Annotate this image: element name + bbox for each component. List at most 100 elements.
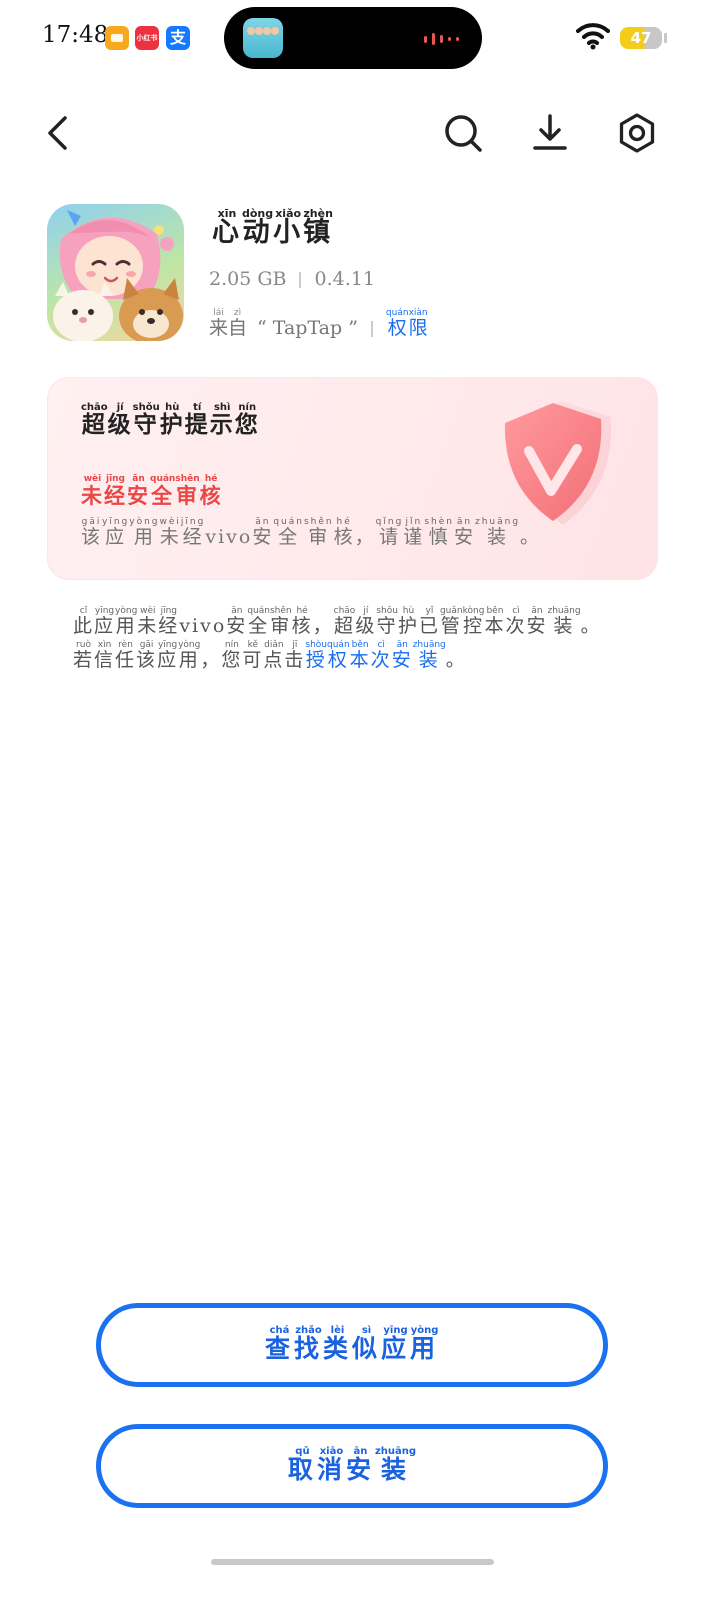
app-source: lái 来 zì 自 “ TapTap ” quán 权 xiàn 限 (209, 308, 428, 339)
button-char: xiāo 消 (316, 1446, 346, 1484)
notice-end: 。 (445, 649, 467, 671)
notice-char: chāo 超 (333, 606, 356, 637)
description-char: jǐn 谨 (403, 517, 425, 548)
notice-char: ān 安 (226, 606, 248, 637)
settings-icon[interactable] (614, 110, 660, 156)
notice-line-1: cǐ 此 yīng 应 yòng 用 wèi 未 jīng 经 vivo ān 安 quán 全 shěn 审 h… (73, 606, 673, 637)
notice-char: shǒu 守 (376, 606, 398, 637)
notice-char: nín 您 (221, 640, 243, 671)
notice-char: jīng 经 (158, 606, 180, 637)
permissions-char: xiàn 限 (408, 308, 428, 339)
notice-char: hù 护 (397, 606, 419, 637)
app-name-char: dòng 动 (242, 207, 274, 248)
description-char: shěn 审 (303, 517, 334, 548)
card-title-char: shì 示 (209, 402, 235, 438)
notice-char: yòng 用 (115, 606, 138, 637)
cancel-install-button[interactable]: qǔ 取 xiāo 消 ān 安 zhuāng 装 (96, 1424, 608, 1508)
source-prefix: lái 来 zì 自 (209, 308, 247, 339)
app-name-char: zhèn 镇 (303, 207, 334, 248)
notice-char: 。 (580, 615, 602, 637)
notice-char: ， (312, 615, 334, 637)
source-prefix-char: lái 来 (209, 308, 229, 339)
notice-char: gāi 该 (136, 640, 158, 671)
notice-char: ān 安 (526, 606, 548, 637)
home-indicator[interactable] (211, 1559, 494, 1565)
button-char: yīng 应 (381, 1325, 411, 1363)
authorize-link-char: shòu 授 (305, 640, 328, 671)
battery-indicator: 47 (620, 27, 662, 49)
button-char: zhǎo 找 (293, 1325, 323, 1363)
authorize-link-char: ān 安 (391, 640, 413, 671)
authorize-install-link[interactable]: shòu 授 quán 权 běn 本 cì 次 ān 安 zhuāng 装 (305, 640, 445, 671)
unverified-warning: wèi 未 jīng 经 ān 安 quán 全 shěn 审 hé 核 (81, 474, 223, 507)
notice-char: shěn 审 (269, 606, 292, 637)
dynamic-island[interactable] (224, 7, 482, 69)
divider (299, 272, 302, 288)
divider (370, 320, 373, 337)
notice-char: hé 核 (291, 606, 313, 637)
notice-char: yīng 应 (94, 606, 116, 637)
alipay-icon: 支 (166, 26, 190, 50)
warning-char: ān 安 (127, 474, 150, 508)
app-icon (47, 204, 184, 341)
notice-char: wèi 未 (137, 606, 159, 637)
authorize-link-char: cì 次 (370, 640, 392, 671)
notice-char: diǎn 点 (263, 640, 285, 671)
card-title-char: nín 您 (234, 402, 260, 438)
description-char: ān 安 (252, 517, 274, 548)
notice-char: rèn 任 (115, 640, 137, 671)
yellow-app-icon (105, 26, 129, 50)
permissions-link[interactable]: quán 权 xiàn 限 (386, 308, 428, 339)
warning-char: quán 全 (150, 474, 176, 508)
notice-char: ruò 若 (73, 640, 95, 671)
warning-char: shěn 审 (175, 474, 200, 508)
button-char: yòng 用 (410, 1325, 440, 1363)
warning-char: wèi 未 (81, 474, 104, 508)
app-name-char: xīn 心 (212, 207, 242, 248)
find-similar-apps-button[interactable]: chá 查 zhǎo 找 lèi 类 sì 似 yīng 应 yòng 用 (96, 1303, 608, 1387)
button-char: sì 似 (352, 1325, 382, 1363)
authorize-link-char: běn 本 (349, 640, 371, 671)
description-char: jīng 经 (180, 517, 206, 548)
warning-char: jīng 经 (104, 474, 127, 508)
description-char: gāi 该 (81, 517, 103, 548)
card-title-char: chāo 超 (81, 402, 108, 438)
button-char: chá 查 (264, 1325, 294, 1363)
media-thumbnail-icon (243, 18, 283, 58)
card-description: gāi 该 yīng 应 yòng 用 wèi 未 jīng 经 vivo ān 安 quán 全 shěn 审… (81, 517, 541, 548)
button-char: ān 安 (345, 1446, 375, 1484)
description-char: hé 核 (333, 517, 355, 548)
notice-char: yīng 应 (157, 640, 179, 671)
back-icon[interactable] (36, 110, 82, 156)
description-char: ān 安 (453, 517, 475, 548)
description-char: shèn 慎 (424, 517, 454, 548)
notice-char: kòng 控 (462, 606, 485, 637)
source-prefix-char: zì 自 (228, 308, 248, 339)
description-char: qǐng 请 (375, 517, 404, 548)
description-char: yīng 应 (102, 517, 130, 548)
notice-char: běn 本 (484, 606, 506, 637)
app-meta: 2.05 GB 0.4.11 (209, 268, 375, 290)
authorize-link-char: zhuāng 装 (412, 640, 446, 671)
app-version: 0.4.11 (314, 268, 375, 290)
download-icon[interactable] (527, 110, 573, 156)
notice-char: cǐ 此 (73, 606, 95, 637)
search-icon[interactable] (440, 110, 486, 156)
notice-char: cì 次 (505, 606, 527, 637)
security-warning-card: chāo 超 jí 级 shǒu 守 hù 护 tí 提 shì 示 nín 您 wèi 未 jīng 经 ān 安… (47, 377, 658, 580)
shield-icon (504, 401, 612, 525)
source-name: “ TapTap ” (257, 316, 358, 339)
notice-char: kě 可 (242, 640, 264, 671)
description-char: quán 全 (273, 517, 304, 548)
wifi-icon (576, 23, 610, 50)
status-bar: 17:48 小红书 支 47 (0, 0, 720, 76)
description-char: ， (354, 526, 376, 548)
permissions-char: quán 权 (385, 308, 409, 339)
warning-char: hé 核 (199, 474, 223, 508)
notice-char: quán 全 (247, 606, 270, 637)
xiaohongshu-icon: 小红书 (135, 26, 159, 50)
battery-tip (664, 33, 667, 43)
app-name-char: xiǎo 小 (273, 207, 304, 248)
card-title-char: shǒu 守 (132, 402, 160, 438)
description-char: wèi 未 (159, 517, 181, 548)
